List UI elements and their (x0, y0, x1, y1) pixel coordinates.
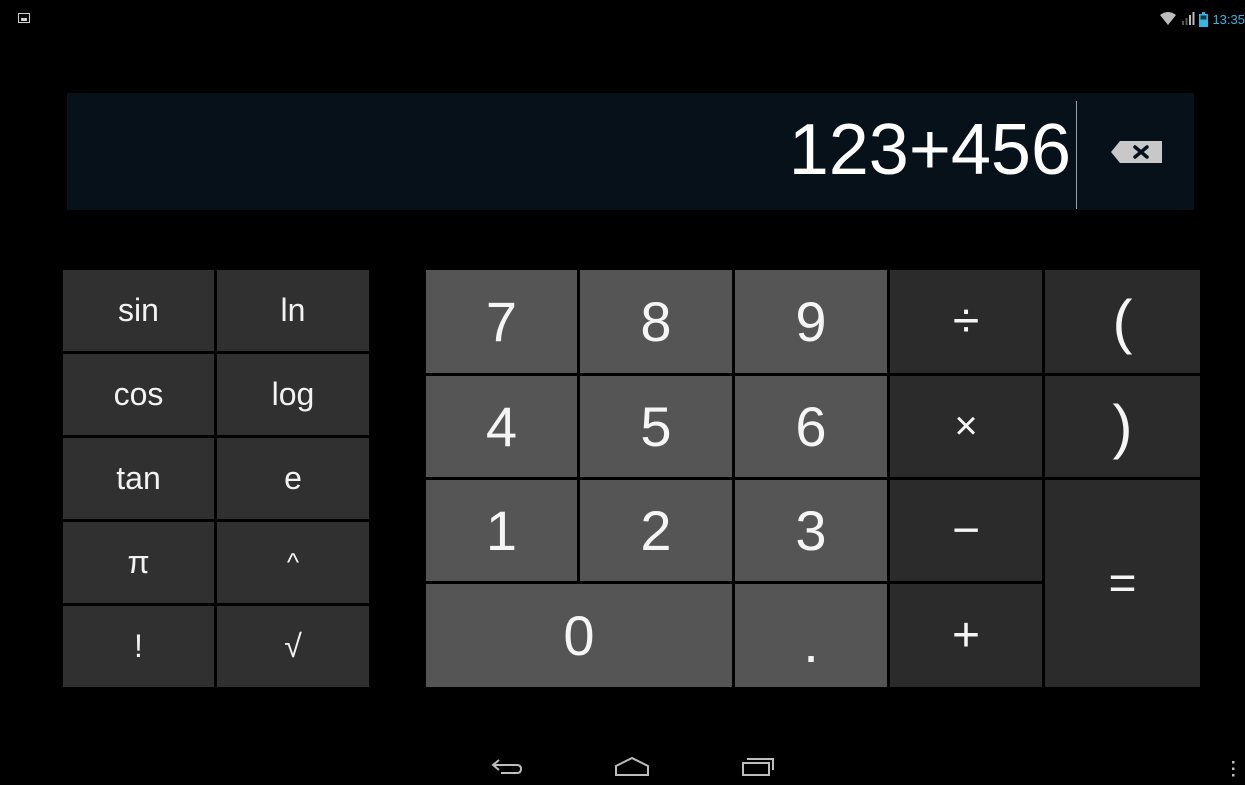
backspace-icon (1111, 141, 1162, 163)
back-button[interactable] (487, 752, 527, 780)
key-sqrt[interactable]: √ (217, 606, 369, 687)
back-icon (491, 759, 523, 774)
overflow-menu-button[interactable] (1231, 760, 1235, 778)
battery-icon (1199, 11, 1209, 27)
recents-button[interactable] (737, 752, 777, 780)
key-6[interactable]: 6 (735, 376, 887, 477)
key-5[interactable]: 5 (580, 376, 732, 477)
key-1[interactable]: 1 (426, 480, 577, 581)
key-minus[interactable]: − (890, 480, 1042, 581)
status-icons: 13:35 (1159, 10, 1245, 28)
key-decimal-point[interactable]: . (735, 584, 887, 687)
wifi-icon (1160, 12, 1177, 25)
key-open-paren[interactable]: ( (1045, 270, 1200, 373)
key-2[interactable]: 2 (580, 480, 732, 581)
home-button[interactable] (612, 752, 652, 780)
navigation-bar (8, 748, 1245, 784)
key-equals[interactable]: = (1045, 480, 1200, 687)
key-close-paren[interactable]: ) (1045, 376, 1200, 477)
key-power[interactable]: ^ (217, 522, 369, 603)
calculator-screen: 13:35 123+456 sin ln cos log tan e π ^ !… (8, 8, 1245, 784)
key-pi[interactable]: π (63, 522, 214, 603)
text-cursor (1076, 101, 1077, 209)
recents-icon (742, 758, 774, 776)
key-3[interactable]: 3 (735, 480, 887, 581)
key-8[interactable]: 8 (580, 270, 732, 373)
key-4[interactable]: 4 (426, 376, 577, 477)
home-icon (615, 756, 649, 776)
key-log[interactable]: log (217, 354, 369, 435)
key-9[interactable]: 9 (735, 270, 887, 373)
key-cos[interactable]: cos (63, 354, 214, 435)
notification-image-icon (18, 13, 30, 23)
key-divide[interactable]: ÷ (890, 270, 1042, 373)
expression-text[interactable]: 123+456 (789, 107, 1071, 193)
key-sin[interactable]: sin (63, 270, 214, 351)
key-0[interactable]: 0 (426, 584, 732, 687)
overflow-menu-icon (1232, 761, 1235, 777)
key-ln[interactable]: ln (217, 270, 369, 351)
signal-icon (1182, 12, 1195, 25)
key-factorial[interactable]: ! (63, 606, 214, 687)
status-bar: 13:35 (8, 8, 1245, 30)
status-time: 13:35 (1212, 11, 1245, 27)
key-tan[interactable]: tan (63, 438, 214, 519)
backspace-button[interactable] (1108, 137, 1168, 167)
key-plus[interactable]: + (890, 584, 1042, 687)
key-multiply[interactable]: × (890, 376, 1042, 477)
key-e[interactable]: e (217, 438, 369, 519)
calculator-display[interactable]: 123+456 (67, 93, 1194, 210)
key-7[interactable]: 7 (426, 270, 577, 373)
